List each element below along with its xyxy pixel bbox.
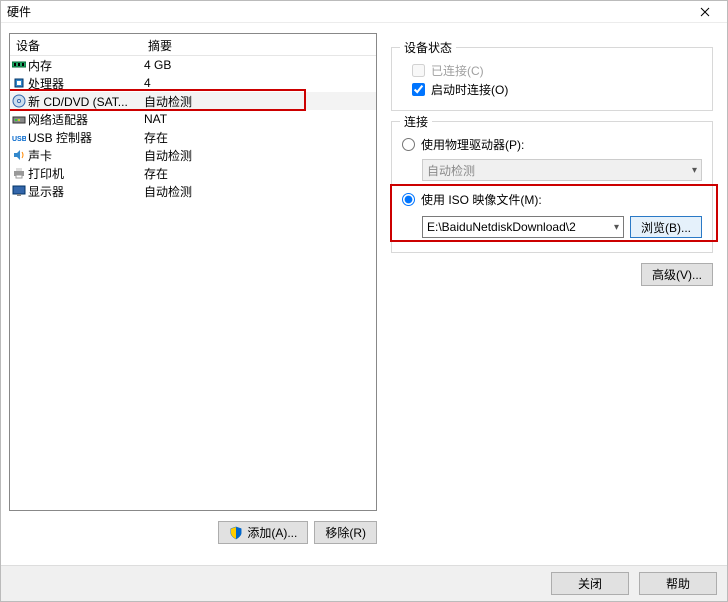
advanced-button[interactable]: 高级(V)...: [641, 263, 713, 286]
window-title: 硬件: [7, 3, 683, 20]
device-name: 打印机: [28, 165, 142, 182]
browse-button[interactable]: 浏览(B)...: [630, 216, 702, 238]
svg-text:USB: USB: [12, 136, 26, 143]
device-summary: 自动检测: [142, 93, 376, 110]
cpu-icon: [10, 76, 28, 90]
device-summary: NAT: [142, 112, 376, 126]
device-summary: 存在: [142, 129, 376, 146]
device-row[interactable]: 内存4 GB: [10, 56, 376, 74]
device-list-header: 设备 摘要: [10, 34, 376, 56]
sound-icon: [10, 148, 28, 162]
physical-drive-value: 自动检测: [427, 162, 692, 179]
use-iso-radio[interactable]: [402, 193, 415, 206]
device-row[interactable]: USBUSB 控制器存在: [10, 128, 376, 146]
connection-group: 连接 使用物理驱动器(P): 自动检测 ▾ 使用 ISO 映像文件(M):: [391, 121, 713, 253]
close-button-label: 关闭: [578, 575, 602, 592]
chevron-down-icon: ▾: [692, 165, 697, 176]
titlebar: 硬件: [1, 1, 727, 23]
device-row[interactable]: 显示器自动检测: [10, 182, 376, 200]
device-status-group: 设备状态 已连接(C) 启动时连接(O): [391, 47, 713, 111]
connected-checkbox: [412, 64, 425, 77]
device-list[interactable]: 设备 摘要 内存4 GB处理器4新 CD/DVD (SAT...自动检测网络适配…: [9, 33, 377, 511]
device-name: 新 CD/DVD (SAT...: [28, 93, 142, 110]
device-summary: 4 GB: [142, 58, 376, 72]
browse-button-label: 浏览(B)...: [641, 219, 691, 236]
remove-device-button[interactable]: 移除(R): [314, 521, 377, 544]
right-column: 设备状态 已连接(C) 启动时连接(O) 连接 使用物理驱动器(P):: [385, 33, 719, 557]
iso-path-row: E:\BaiduNetdiskDownload\2 ▾ 浏览(B)...: [422, 216, 702, 238]
close-icon: [700, 7, 710, 17]
chevron-down-icon[interactable]: ▾: [614, 222, 619, 233]
use-iso-radio-row[interactable]: 使用 ISO 映像文件(M):: [402, 191, 702, 208]
window-close-button[interactable]: [683, 1, 727, 23]
device-summary: 4: [142, 76, 376, 90]
advanced-button-label: 高级(V)...: [652, 266, 702, 283]
device-row[interactable]: 声卡自动检测: [10, 146, 376, 164]
device-name: 内存: [28, 57, 142, 74]
device-summary: 存在: [142, 165, 376, 182]
connection-legend: 连接: [400, 113, 432, 130]
use-physical-drive-radio[interactable]: [402, 138, 415, 151]
left-column: 设备 摘要 内存4 GB处理器4新 CD/DVD (SAT...自动检测网络适配…: [9, 33, 377, 557]
printer-icon: [10, 166, 28, 180]
add-device-button[interactable]: 添加(A)...: [218, 521, 308, 544]
device-row[interactable]: 处理器4: [10, 74, 376, 92]
advanced-row: 高级(V)...: [385, 263, 713, 286]
shield-icon: [229, 526, 243, 540]
device-name: 处理器: [28, 75, 142, 92]
usb-icon: USB: [10, 130, 28, 144]
device-summary: 自动检测: [142, 147, 376, 164]
header-summary[interactable]: 摘要: [142, 34, 376, 55]
hardware-settings-window: 硬件 设备 摘要 内存4 GB处理器4新 CD/DVD (SAT...自动检测网…: [0, 0, 728, 602]
iso-path-combo[interactable]: E:\BaiduNetdiskDownload\2 ▾: [422, 216, 624, 238]
connected-checkbox-row: 已连接(C): [412, 62, 702, 79]
device-list-body: 内存4 GB处理器4新 CD/DVD (SAT...自动检测网络适配器NATUS…: [10, 56, 376, 510]
device-summary: 自动检测: [142, 183, 376, 200]
device-list-buttons: 添加(A)... 移除(R): [9, 521, 377, 544]
connect-on-power-label: 启动时连接(O): [431, 81, 508, 98]
device-name: 显示器: [28, 183, 142, 200]
close-button[interactable]: 关闭: [551, 572, 629, 595]
memory-icon: [10, 60, 28, 70]
device-row[interactable]: 新 CD/DVD (SAT...自动检测: [10, 92, 376, 110]
device-status-legend: 设备状态: [400, 39, 456, 56]
device-name: USB 控制器: [28, 129, 142, 146]
connected-label: 已连接(C): [431, 62, 484, 79]
header-device[interactable]: 设备: [10, 34, 142, 55]
use-physical-drive-label: 使用物理驱动器(P):: [421, 136, 524, 153]
use-physical-drive-radio-row[interactable]: 使用物理驱动器(P):: [402, 136, 702, 153]
device-row[interactable]: 打印机存在: [10, 164, 376, 182]
display-icon: [10, 184, 28, 198]
device-name: 网络适配器: [28, 111, 142, 128]
remove-button-label: 移除(R): [325, 524, 366, 541]
connect-on-power-row[interactable]: 启动时连接(O): [412, 81, 702, 98]
net-icon: [10, 113, 28, 125]
use-iso-label: 使用 ISO 映像文件(M):: [421, 191, 542, 208]
disc-icon: [10, 94, 28, 108]
physical-drive-combo: 自动检测 ▾: [422, 159, 702, 181]
connect-on-power-checkbox[interactable]: [412, 83, 425, 96]
device-row[interactable]: 网络适配器NAT: [10, 110, 376, 128]
help-button-label: 帮助: [666, 575, 690, 592]
add-button-label: 添加(A)...: [247, 524, 297, 541]
iso-path-value: E:\BaiduNetdiskDownload\2: [427, 220, 614, 234]
content-area: 设备 摘要 内存4 GB处理器4新 CD/DVD (SAT...自动检测网络适配…: [1, 23, 727, 565]
device-name: 声卡: [28, 147, 142, 164]
dialog-footer: 关闭 帮助: [1, 565, 727, 601]
help-button[interactable]: 帮助: [639, 572, 717, 595]
